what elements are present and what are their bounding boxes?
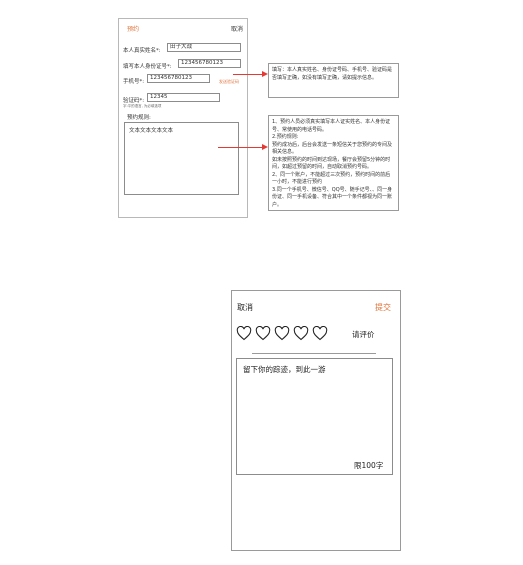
reservation-form-mockup: 预约 取消 本人真实姓名*: 田子大战 填写本人身份证号*: 123456780… xyxy=(118,18,248,218)
code-input[interactable]: 12345 xyxy=(147,93,220,102)
reserve-title: 预约 xyxy=(127,26,140,33)
name-input[interactable]: 田子大战 xyxy=(167,43,241,52)
rate-label: 请评价 xyxy=(352,330,375,339)
heart-outline-icon[interactable] xyxy=(236,326,252,341)
heart-outline-icon[interactable] xyxy=(293,326,309,341)
rules-text: 文本文本文本文本 xyxy=(129,128,174,134)
arrow-head-1 xyxy=(262,71,268,77)
heart-outline-icon[interactable] xyxy=(312,326,328,341)
submit-button[interactable]: 提交 xyxy=(375,302,391,313)
phone-input[interactable]: 123456780123 xyxy=(147,74,210,83)
rules-label: 预约规则: xyxy=(127,115,151,121)
rating-hearts[interactable] xyxy=(236,326,328,341)
char-limit: 限100字 xyxy=(354,461,384,470)
arrow-head-2 xyxy=(262,144,268,150)
phone-label: 手机号*: xyxy=(123,79,145,85)
id-number-label: 填写本人身份证号*: xyxy=(123,64,172,70)
review-textarea[interactable]: 留下你的踪迹，到此一游 限100字 xyxy=(236,358,393,475)
rules-textarea: 文本文本文本文本 xyxy=(124,122,239,195)
code-label: 验证码*: xyxy=(123,98,145,104)
cancel-button[interactable]: 取消 xyxy=(231,24,243,33)
heart-outline-icon[interactable] xyxy=(255,326,271,341)
arrow-line-1 xyxy=(233,74,263,75)
validation-note: 填写：本人真实姓名、身份证号码、手机号、验证码是否填写正确，如没有填写正确，请如… xyxy=(268,63,399,98)
name-label: 本人真实姓名*: xyxy=(123,48,161,54)
rules-note: 1、预约人员必须真实填写本人证实姓名、本人身份证号、常使用的电话号码。 2.预约… xyxy=(268,115,399,211)
arrow-line-2 xyxy=(218,147,263,148)
review-placeholder: 留下你的踪迹，到此一游 xyxy=(243,365,326,374)
divider xyxy=(252,353,376,354)
heart-outline-icon[interactable] xyxy=(274,326,290,341)
id-number-input[interactable]: 123456780123 xyxy=(178,59,241,68)
send-code-link[interactable]: 发送验证码 xyxy=(219,79,239,85)
code-hint: 字:平的语言, 为必填选项 xyxy=(123,104,162,108)
review-mockup: 取消 提交 请评价 留下你的踪迹，到此一游 限100字 xyxy=(231,290,401,551)
cancel-button[interactable]: 取消 xyxy=(237,302,253,313)
